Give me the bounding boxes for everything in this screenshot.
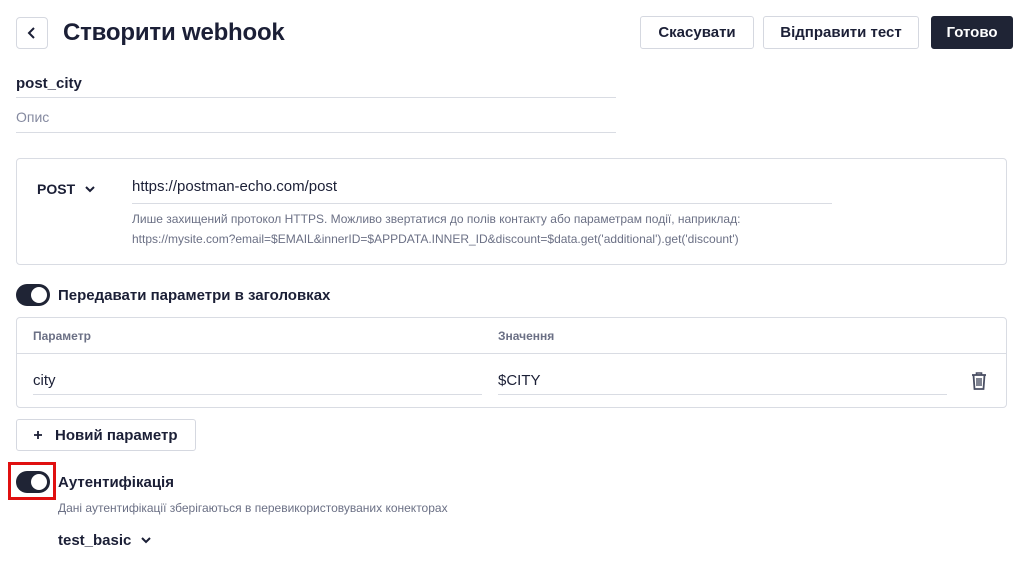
webhook-name-input[interactable]: post_city <box>16 72 616 98</box>
back-button[interactable] <box>16 17 48 49</box>
chevron-left-icon <box>27 27 35 39</box>
send-test-button[interactable]: Відправити тест <box>763 16 919 49</box>
column-header-param: Параметр <box>33 329 91 343</box>
add-parameter-button[interactable]: Новий параметр <box>16 419 196 451</box>
request-card: POST https://postman-echo.com/post Лише … <box>16 158 1007 265</box>
chevron-down-icon <box>141 537 152 544</box>
url-hint-example: https://mysite.com?email=$EMAIL&innerID=… <box>132 232 739 246</box>
trash-icon[interactable] <box>970 371 988 391</box>
param-value-input[interactable]: $CITY <box>498 369 947 395</box>
column-header-value: Значення <box>498 329 555 343</box>
auth-toggle-label: Аутентифікація <box>58 474 174 491</box>
params-table-header: Параметр Значення <box>17 318 1006 354</box>
connector-label: test_basic <box>58 532 132 549</box>
auth-hint: Дані аутентифікації зберігаються в перев… <box>58 501 448 515</box>
headers-toggle[interactable] <box>16 284 50 306</box>
chevron-down-icon <box>85 185 95 192</box>
method-select[interactable]: POST <box>37 181 95 197</box>
url-hint: Лише захищений протокол HTTPS. Можливо з… <box>132 209 932 249</box>
webhook-description-input[interactable]: Опис <box>16 106 616 133</box>
page-title: Створити webhook <box>63 19 285 46</box>
headers-toggle-label: Передавати параметри в заголовках <box>58 287 331 304</box>
auth-toggle[interactable] <box>16 471 50 493</box>
done-button[interactable]: Готово <box>931 16 1013 49</box>
param-name-input[interactable]: city <box>33 369 482 395</box>
url-input[interactable]: https://postman-echo.com/post <box>132 178 832 204</box>
url-hint-line: Лише захищений протокол HTTPS. Можливо з… <box>132 212 741 226</box>
connector-select[interactable]: test_basic <box>58 532 152 549</box>
page-header: Створити webhook Скасувати Відправити те… <box>16 16 1013 50</box>
cancel-button[interactable]: Скасувати <box>640 16 754 49</box>
method-label: POST <box>37 181 76 197</box>
add-parameter-label: Новий параметр <box>55 426 178 444</box>
table-row: city $CITY <box>17 354 1006 408</box>
plus-icon <box>34 431 42 439</box>
params-table: Параметр Значення city $CITY <box>16 317 1007 408</box>
